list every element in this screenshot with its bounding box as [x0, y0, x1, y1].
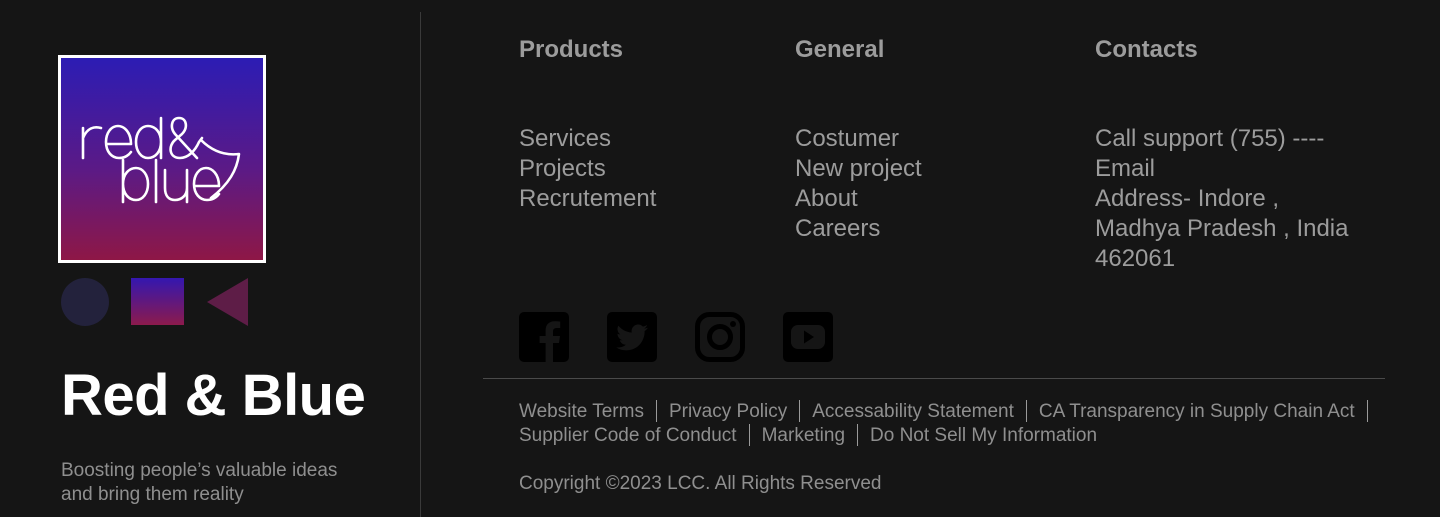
- column-heading-products: Products: [519, 36, 624, 63]
- vertical-divider: [420, 12, 421, 517]
- column-heading-general: General: [795, 36, 885, 63]
- copyright-text: Copyright ©2023 LCC. All Rights Reserved: [519, 473, 882, 494]
- youtube-icon[interactable]: [783, 312, 833, 362]
- link-ca-transparency[interactable]: CA Transparency in Supply Chain Act: [1039, 401, 1355, 422]
- link-supplier-code[interactable]: Supplier Code of Conduct: [519, 425, 737, 446]
- link-separator: [655, 400, 657, 422]
- link-recrutement[interactable]: Recrutement: [519, 185, 656, 212]
- link-marketing[interactable]: Marketing: [762, 425, 845, 446]
- logo-wordmark-icon: [81, 116, 241, 204]
- circle-shape-icon: [61, 278, 109, 326]
- link-accessability-statement[interactable]: Accessability Statement: [812, 401, 1014, 422]
- footer-column-products: Products Services Projects Recrutement: [519, 34, 656, 214]
- facebook-icon[interactable]: [519, 312, 569, 362]
- link-website-terms[interactable]: Website Terms: [519, 401, 644, 422]
- address-line-1: Address- Indore ,: [1095, 185, 1280, 212]
- link-privacy-policy[interactable]: Privacy Policy: [669, 401, 787, 422]
- link-email[interactable]: Email: [1095, 155, 1155, 182]
- link-separator: [857, 424, 859, 446]
- triangle-shape-icon: [207, 278, 248, 326]
- address-line-2: Madhya Pradesh , India: [1095, 215, 1349, 242]
- link-services[interactable]: Services: [519, 125, 611, 152]
- link-new-project[interactable]: New project: [795, 155, 922, 182]
- brand-panel: Red & Blue Boosting people’s valuable id…: [0, 0, 420, 517]
- link-separator: [1025, 400, 1027, 422]
- square-shape-icon: [131, 278, 184, 325]
- link-about[interactable]: About: [795, 185, 858, 212]
- link-costumer[interactable]: Costumer: [795, 125, 899, 152]
- brand-shapes: [61, 277, 261, 327]
- legal-links: Website Terms Privacy Policy Accessability…: [519, 400, 1399, 448]
- link-call-support[interactable]: Call support (755) ----: [1095, 125, 1324, 152]
- column-heading-contacts: Contacts: [1095, 36, 1198, 63]
- link-do-not-sell[interactable]: Do Not Sell My Information: [870, 425, 1097, 446]
- address-postcode: 462061: [1095, 245, 1176, 272]
- link-separator: [1366, 400, 1368, 422]
- brand-logo[interactable]: [58, 55, 266, 263]
- brand-name: Red & Blue: [61, 363, 366, 428]
- brand-tagline: Boosting people’s valuable ideas and bri…: [61, 460, 338, 505]
- instagram-icon[interactable]: [695, 312, 745, 362]
- footer-column-contacts: Contacts Call support (755) ---- Email A…: [1095, 34, 1349, 274]
- link-careers[interactable]: Careers: [795, 215, 880, 242]
- twitter-icon[interactable]: [607, 312, 657, 362]
- link-projects[interactable]: Projects: [519, 155, 606, 182]
- link-separator: [799, 400, 801, 422]
- link-separator: [748, 424, 750, 446]
- footer-column-general: General Costumer New project About Caree…: [795, 34, 922, 244]
- footer-divider: [483, 378, 1385, 379]
